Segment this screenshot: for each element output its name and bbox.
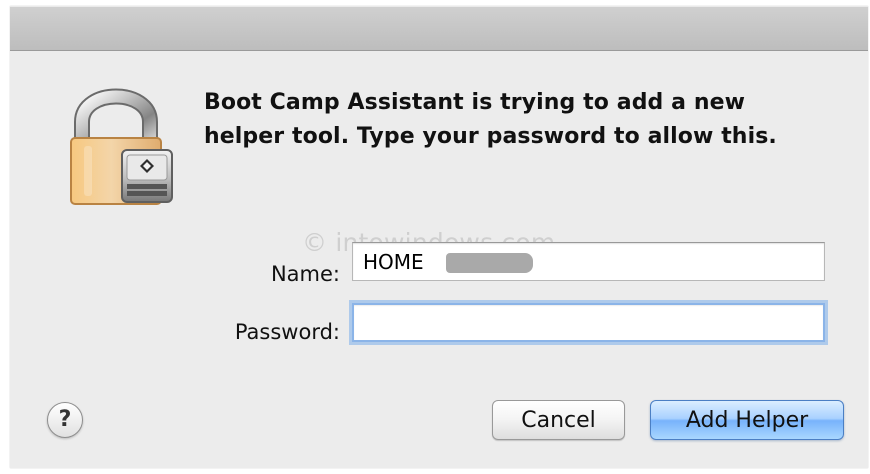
message-line-1: Boot Camp Assistant is trying to add a n… <box>204 90 746 115</box>
window-titlebar[interactable] <box>10 6 868 51</box>
authorization-dialog: Boot Camp Assistant is trying to add a n… <box>10 6 868 468</box>
message-line-2: helper tool. Type your password to allow… <box>204 124 777 149</box>
password-field[interactable] <box>352 303 825 342</box>
name-field[interactable] <box>352 242 825 281</box>
cancel-button[interactable]: Cancel <box>492 400 625 440</box>
boot-camp-disk-icon <box>121 149 173 203</box>
help-button[interactable]: ? <box>47 402 83 438</box>
lock-icon <box>70 88 173 205</box>
dialog-message: Boot Camp Assistant is trying to add a n… <box>204 86 844 154</box>
question-mark-icon: ? <box>58 407 72 432</box>
redacted-name-text <box>446 253 533 273</box>
name-label: Name: <box>270 262 340 286</box>
password-label: Password: <box>234 320 340 344</box>
add-helper-button[interactable]: Add Helper <box>650 400 844 440</box>
